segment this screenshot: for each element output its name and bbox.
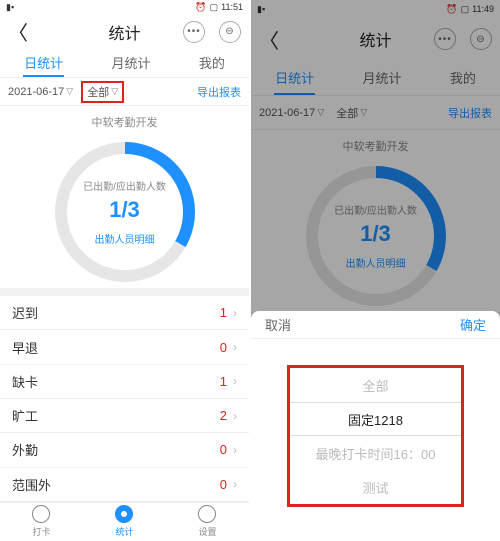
cancel-button[interactable]: 取消 <box>265 315 291 334</box>
org-name: 中软考勤开发 <box>0 114 249 130</box>
chevron-right-icon: › <box>233 374 237 388</box>
ring-detail-link[interactable]: 出勤人员明细 <box>346 255 406 270</box>
tab-daily[interactable]: 日统计 <box>18 49 69 77</box>
title-bar: 〈 统计 ••• ⊖ <box>251 18 500 60</box>
list-item[interactable]: 外勤0› <box>0 433 249 467</box>
tab-daily[interactable]: 日统计 <box>269 60 320 95</box>
list-item[interactable]: 旷工2› <box>0 399 249 433</box>
type-selector[interactable]: 全部 ▽ <box>332 104 371 122</box>
list-item[interactable]: 范围外0› <box>0 468 249 502</box>
chevron-down-icon: ▽ <box>111 86 118 97</box>
chevron-right-icon: › <box>233 306 237 320</box>
target-button[interactable]: ⊖ <box>470 28 492 50</box>
status-bar: ▮▪ ⏰ ▢ 11:49 <box>251 0 500 18</box>
more-button[interactable]: ••• <box>183 21 205 43</box>
attendance-ring: 已出勤/应出勤人数 1/3 出勤人员明细 <box>306 166 446 306</box>
picker-sheet: 取消 确定 全部 固定1218 最晚打卡时间16：00 测试 <box>251 311 500 541</box>
chevron-right-icon: › <box>233 409 237 423</box>
date-value: 2021-06-17 <box>8 86 64 98</box>
export-link[interactable]: 导出报表 <box>197 84 241 100</box>
ring-value: 1/3 <box>360 221 391 247</box>
chevron-right-icon: › <box>233 477 237 491</box>
list-item[interactable]: 缺卡1› <box>0 365 249 399</box>
section-divider <box>0 288 249 296</box>
org-name: 中软考勤开发 <box>251 138 500 154</box>
confirm-button[interactable]: 确定 <box>460 315 486 334</box>
status-time: 11:49 <box>472 4 494 14</box>
title-bar: 〈 统计 ••• ⊖ <box>0 15 249 49</box>
status-bar: ▮▪ ⏰ ▢ 11:51 <box>0 0 249 15</box>
ring-value: 1/3 <box>109 197 140 223</box>
nav-stats[interactable]: 统计 <box>115 505 133 538</box>
clock-icon <box>32 505 50 523</box>
status-signal-icon: ▮▪ <box>257 4 265 15</box>
filter-bar: 2021-06-17 ▽ 全部 ▽ 导出报表 <box>0 78 249 106</box>
tab-mine[interactable]: 我的 <box>193 49 231 77</box>
attendance-ring: 已出勤/应出勤人数 1/3 出勤人员明细 <box>55 142 195 282</box>
status-time: 11:51 <box>221 2 243 12</box>
type-value: 全部 <box>87 84 109 100</box>
picker-option[interactable]: 测试 <box>290 470 461 504</box>
status-signal-icon: ▮▪ <box>6 2 14 13</box>
type-value: 全部 <box>336 105 358 121</box>
more-button[interactable]: ••• <box>434 28 456 50</box>
tab-mine[interactable]: 我的 <box>444 60 482 95</box>
picker-option[interactable]: 全部 <box>290 368 461 402</box>
ring-detail-link[interactable]: 出勤人员明细 <box>95 231 155 246</box>
stats-icon <box>115 505 133 523</box>
date-value: 2021-06-17 <box>259 107 315 119</box>
chevron-right-icon: › <box>233 340 237 354</box>
chevron-down-icon: ▽ <box>317 107 324 118</box>
picker-option-selected[interactable]: 固定1218 <box>290 402 461 436</box>
tabs: 日统计 月统计 我的 <box>0 49 249 78</box>
bottom-nav: 打卡 统计 设置 <box>0 502 249 541</box>
chevron-down-icon: ▽ <box>66 86 73 97</box>
battery-icon: ▢ <box>210 2 219 13</box>
target-button[interactable]: ⊖ <box>219 21 241 43</box>
back-icon[interactable]: 〈 <box>8 17 28 46</box>
tab-monthly[interactable]: 月统计 <box>356 60 407 95</box>
picker-option[interactable]: 最晚打卡时间16：00 <box>290 436 461 470</box>
date-selector[interactable]: 2021-06-17 ▽ <box>8 86 73 98</box>
date-selector[interactable]: 2021-06-17 ▽ <box>259 107 324 119</box>
nav-settings[interactable]: 设置 <box>198 505 216 538</box>
alarm-icon: ⏰ <box>446 4 457 15</box>
list-item[interactable]: 迟到1› <box>0 296 249 330</box>
battery-icon: ▢ <box>461 4 470 15</box>
tabs: 日统计 月统计 我的 <box>251 60 500 96</box>
tab-monthly[interactable]: 月统计 <box>105 49 156 77</box>
ring-label: 已出勤/应出勤人数 <box>334 202 417 217</box>
back-icon[interactable]: 〈 <box>259 25 279 54</box>
alarm-icon: ⏰ <box>195 2 206 13</box>
nav-punch[interactable]: 打卡 <box>32 505 50 538</box>
list-item[interactable]: 早退0› <box>0 330 249 364</box>
ring-label: 已出勤/应出勤人数 <box>83 178 166 193</box>
chevron-down-icon: ▽ <box>360 107 367 118</box>
chevron-right-icon: › <box>233 443 237 457</box>
picker-wheel[interactable]: 全部 固定1218 最晚打卡时间16：00 测试 <box>287 365 464 507</box>
gear-icon <box>198 505 216 523</box>
filter-bar: 2021-06-17 ▽ 全部 ▽ 导出报表 <box>251 96 500 130</box>
export-link[interactable]: 导出报表 <box>448 105 492 121</box>
type-selector[interactable]: 全部 ▽ <box>81 81 124 103</box>
